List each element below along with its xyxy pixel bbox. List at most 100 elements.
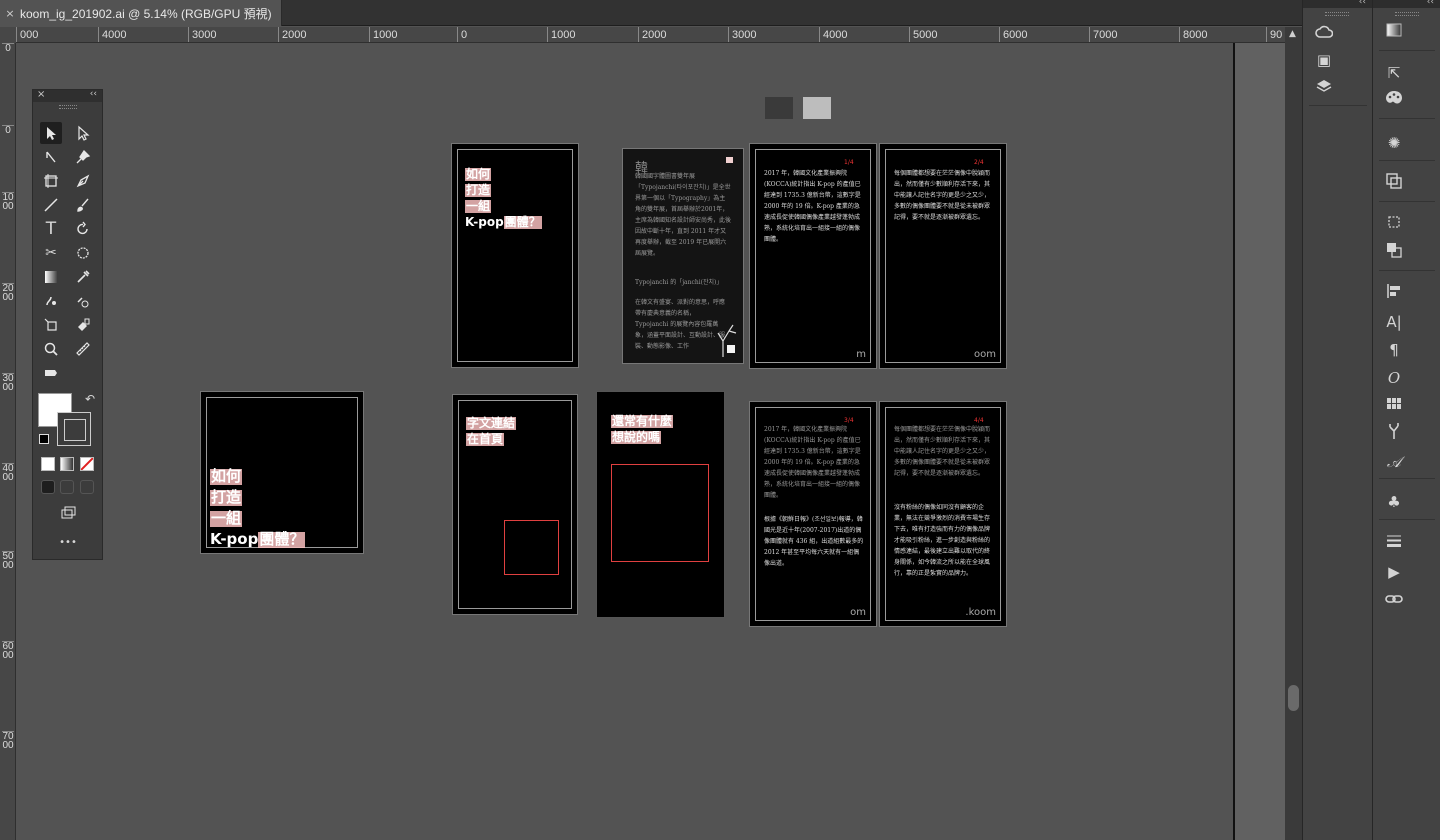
artboard-question[interactable]: 還常有什麼 想說的嗎 <box>596 391 725 618</box>
actions-icon[interactable]: ▶ <box>1381 560 1407 584</box>
none-mode-icon[interactable] <box>80 457 94 471</box>
collapse-dock-icon[interactable]: ‹‹ <box>1359 0 1366 7</box>
transform-icon[interactable] <box>1381 213 1407 237</box>
symbols-icon[interactable] <box>1381 422 1407 446</box>
asset-export-icon[interactable]: ▣ <box>1311 48 1337 72</box>
tools-panel-header[interactable]: × ‹‹ <box>33 89 102 102</box>
brush-tool-icon[interactable] <box>72 194 94 216</box>
character-icon[interactable]: A| <box>1381 310 1407 334</box>
ruler-tick-label: 0 <box>2 125 14 136</box>
type-tool-icon[interactable]: T <box>40 218 62 240</box>
symbol-sprayer-tool-icon[interactable] <box>40 290 62 312</box>
panel-divider <box>1379 519 1435 520</box>
shape-builder-tool-icon[interactable] <box>72 290 94 312</box>
creative-cloud-libraries-icon[interactable] <box>1311 22 1337 46</box>
edit-toolbar-icon[interactable]: ••• <box>57 532 79 554</box>
glyphs-icon[interactable]: 𝒜 <box>1381 450 1407 474</box>
stroke-color-swatch[interactable] <box>57 412 91 446</box>
align-icon[interactable] <box>1381 282 1407 306</box>
pathfinder-icon[interactable] <box>1381 241 1407 265</box>
ruler-tick-label: 5000 <box>2 551 14 571</box>
artboard-page-2[interactable]: 2/4 每個團體都想要在茫茫偶像中脫穎而出，然而僅有少數順利存活下來，其中能讓人… <box>879 143 1007 369</box>
ruler-corner[interactable] <box>0 27 16 43</box>
horizontal-ruler[interactable]: 000 4000 3000 2000 1000 0 1000 2000 3000 4000 5000… <box>16 27 1290 43</box>
artboard-tool-icon[interactable] <box>40 170 62 192</box>
page-4-text-2: 沒有粉絲的偶像如同沒有顧客的企業，無法在競爭激烈的消費市場生存下去，唯有打造強而… <box>894 504 991 577</box>
live-paint-tool-icon[interactable] <box>72 314 94 336</box>
canvas[interactable]: 如何 打造 一組 K-pop團體？ 韓 韓國國字體圖書雙年展「Typojanch… <box>17 43 1290 840</box>
panel-grip[interactable] <box>59 105 77 109</box>
line-tool-icon[interactable] <box>40 194 62 216</box>
artboard-page-3[interactable]: 3/4 2017 年，韓國文化產業振興院(KOCCA)統計指出 K-pop 的產… <box>749 401 877 627</box>
gradient-panel-icon[interactable] <box>1381 20 1407 44</box>
document-tab-bar: × koom_ig_201902.ai @ 5.14% (RGB/GPU 預視) <box>0 0 1302 26</box>
layers-icon[interactable] <box>1311 77 1337 101</box>
dock-header[interactable]: ‹‹ <box>1373 0 1440 8</box>
scissors-tool-icon[interactable]: ✂ <box>40 242 62 264</box>
default-colors-icon[interactable] <box>39 434 49 444</box>
draw-behind-icon[interactable] <box>60 480 74 494</box>
draw-inside-icon[interactable] <box>80 480 94 494</box>
export-icon[interactable]: ⇱ <box>1381 61 1407 85</box>
hand-tool-icon[interactable] <box>40 362 62 384</box>
group-selection-tool-icon[interactable] <box>40 146 62 168</box>
draw-normal-icon[interactable] <box>41 480 55 494</box>
link-text-line-2: 在首頁 <box>466 432 505 446</box>
pen-tool-icon[interactable] <box>72 170 94 192</box>
transparency-icon[interactable] <box>1381 172 1407 196</box>
paragraph-icon[interactable]: ¶ <box>1381 338 1407 362</box>
artboard-cover-large[interactable]: 如何 打造 一組 K-pop團體？ <box>200 391 364 554</box>
selection-tool-icon[interactable] <box>40 122 62 144</box>
scrollbar-thumb[interactable] <box>1288 685 1299 711</box>
close-tab-icon[interactable]: × <box>0 7 20 20</box>
collapse-panel-icon[interactable]: ‹‹ <box>90 89 97 99</box>
color-palette-icon[interactable] <box>1381 89 1407 113</box>
warp-tool-icon[interactable] <box>72 242 94 264</box>
cover-line-4: K-pop <box>465 215 504 229</box>
measure-tool-icon[interactable] <box>72 338 94 360</box>
dock-grip[interactable] <box>1325 12 1349 16</box>
artboard-page-1[interactable]: 1/4 2017 年，韓國文化產業振興院(KOCCA)統計指出 K-pop 的產… <box>749 143 877 369</box>
ruler-tick-label: 3000 <box>188 27 216 42</box>
placeholder-frame[interactable] <box>504 520 559 575</box>
swatches-icon[interactable] <box>1381 394 1407 418</box>
screen-mode-icon[interactable] <box>57 502 79 524</box>
document-tab[interactable]: × koom_ig_201902.ai @ 5.14% (RGB/GPU 預視) <box>0 0 282 26</box>
scroll-up-icon[interactable]: ▲ <box>1289 29 1296 39</box>
vertical-ruler[interactable]: 0 0 1000 2000 3000 4000 5000 6000 7000 <box>0 43 16 840</box>
dock-grip[interactable] <box>1395 12 1419 16</box>
question-line-2: 想說的嗎 <box>611 430 662 444</box>
pin-tool-icon[interactable] <box>72 146 94 168</box>
artboard-page-4[interactable]: 4/4 每個團體都想要在茫茫偶像中脫穎而出，然而僅有少數順利存活下來，其中能讓人… <box>879 401 1007 627</box>
placeholder-frame[interactable] <box>611 464 709 562</box>
cover-large-line-2: 打造 <box>210 488 243 506</box>
links-icon[interactable] <box>1381 588 1407 612</box>
free-transform-tool-icon[interactable] <box>40 314 62 336</box>
rotate-tool-icon[interactable] <box>72 218 94 240</box>
question-line-1: 還常有什麼 <box>611 414 674 428</box>
swatch-light[interactable] <box>803 97 831 119</box>
gradient-tool-icon[interactable] <box>40 266 62 288</box>
brushes-icon[interactable]: ♣ <box>1381 490 1407 514</box>
artboard-intro-text[interactable]: 韓 韓國國字體圖書雙年展「Typojanchi(타이포잔치)」是全世界第一個以「… <box>622 148 744 364</box>
appearance-icon[interactable]: ✺ <box>1381 131 1407 155</box>
swatch-dark[interactable] <box>765 97 793 119</box>
close-panel-icon[interactable]: × <box>37 89 45 100</box>
ruler-tick-label: 000 <box>16 27 38 42</box>
vertical-scrollbar[interactable]: ▲ <box>1285 27 1302 840</box>
zoom-tool-icon[interactable] <box>40 338 62 360</box>
collapse-dock-icon[interactable]: ‹‹ <box>1427 0 1434 7</box>
artboard-link-text[interactable]: 字文連結 在首頁 <box>452 394 578 615</box>
eyedropper-tool-icon[interactable] <box>72 266 94 288</box>
stroke-icon[interactable] <box>1381 531 1407 555</box>
tools-panel: × ‹‹ T ✂ ↶ ••• <box>32 89 103 560</box>
opentype-icon[interactable]: O <box>1381 366 1407 390</box>
cover-large-line-1: 如何 <box>210 467 243 485</box>
intro-body-1: 韓國國字體圖書雙年展「Typojanchi(타이포잔치)」是全世界第一個以「Ty… <box>635 173 731 257</box>
color-mode-icon[interactable] <box>41 457 55 471</box>
direct-selection-tool-icon[interactable] <box>72 122 94 144</box>
gradient-mode-icon[interactable] <box>60 457 74 471</box>
swap-colors-icon[interactable]: ↶ <box>79 388 101 410</box>
artboard-cover-small[interactable]: 如何 打造 一組 K-pop團體？ <box>451 143 579 368</box>
dock-header[interactable]: ‹‹ <box>1303 0 1372 8</box>
